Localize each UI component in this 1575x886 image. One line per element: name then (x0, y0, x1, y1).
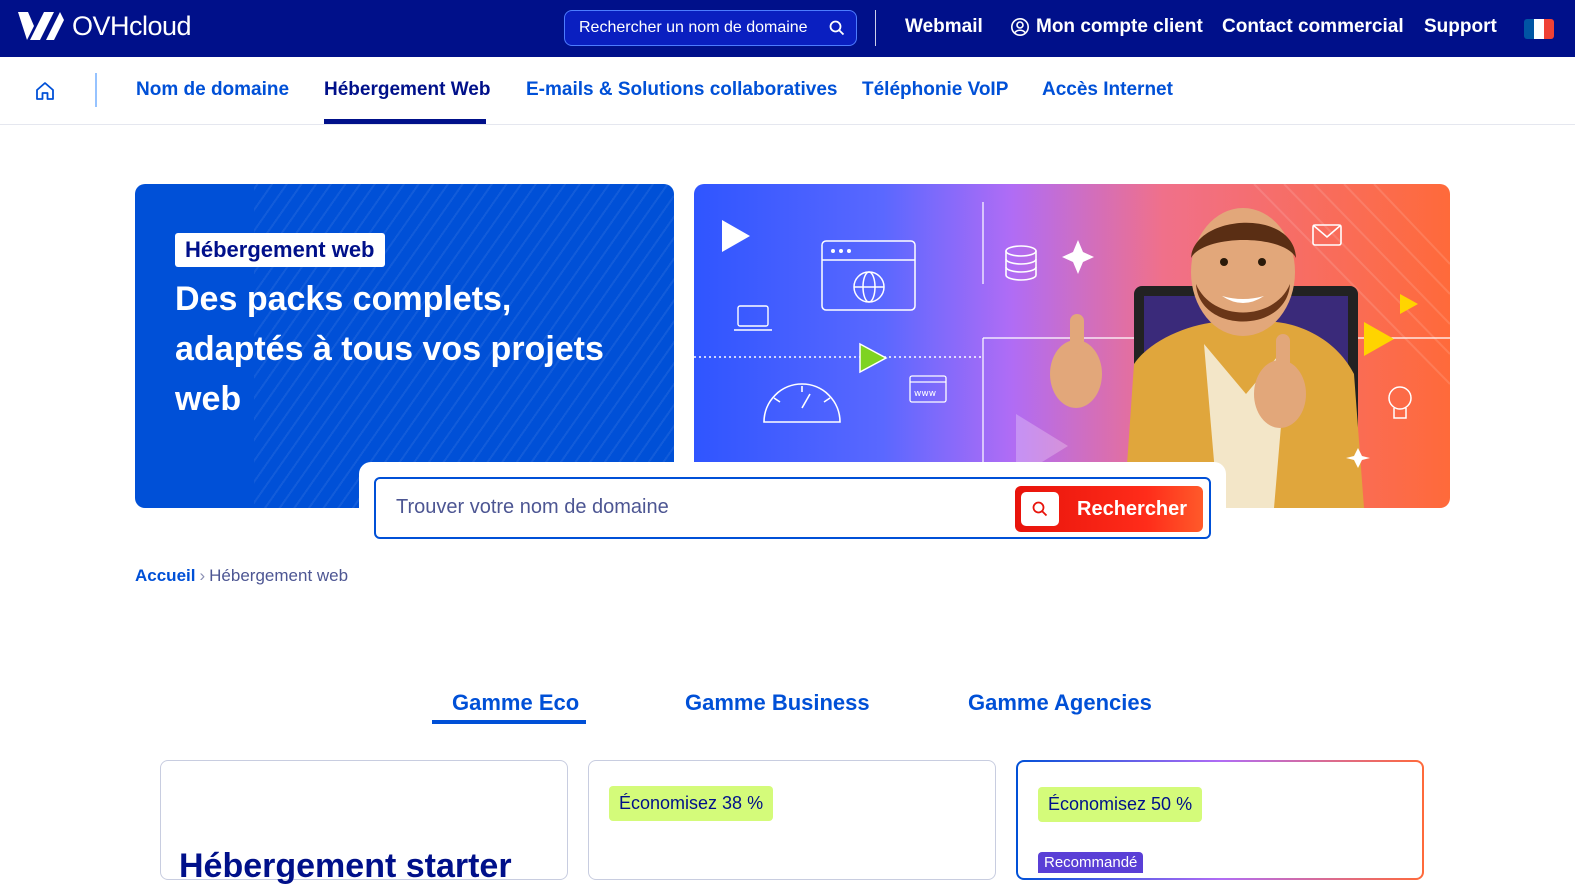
database-icon (1005, 245, 1037, 281)
hero-illustration: www (694, 184, 1450, 508)
hero-title: Des packs complets, adaptés à tous vos p… (175, 280, 604, 418)
tab-gamme-business[interactable]: Gamme Business (685, 690, 870, 716)
ovhcloud-logo[interactable]: OVHcloud (16, 10, 192, 42)
search-icon[interactable] (828, 19, 846, 37)
tab-gamme-eco[interactable]: Gamme Eco (452, 690, 579, 716)
discount-badge: Économisez 50 % (1038, 787, 1203, 822)
tab-gamme-agencies[interactable]: Gamme Agencies (968, 690, 1152, 716)
domain-search-button-label: Rechercher (1077, 497, 1188, 520)
breadcrumb-current: Hébergement web (209, 566, 349, 585)
nav-divider (95, 73, 97, 107)
nav-internet-access[interactable]: Accès Internet (1042, 79, 1173, 101)
user-icon (1011, 18, 1029, 36)
language-flag-icon[interactable] (1524, 19, 1554, 39)
ovhcloud-logo-icon (18, 12, 64, 40)
breadcrumb-home[interactable]: Accueil (135, 566, 195, 585)
browser-icon (821, 240, 916, 311)
lightbulb-icon (1388, 386, 1412, 419)
play-icon (722, 220, 750, 252)
nav-emails-collab[interactable]: E-mails & Solutions collaboratives (526, 79, 837, 101)
plan-card-starter[interactable]: Hébergement starter (160, 760, 568, 885)
speed-gauge-icon (763, 383, 841, 423)
webmail-link[interactable]: Webmail (905, 16, 983, 38)
hero-tag: Hébergement web (175, 233, 385, 267)
plan-card-pro[interactable]: Économisez 50 % Recommandé (1016, 760, 1424, 880)
active-nav-underline (324, 119, 486, 124)
my-account-link[interactable]: Mon compte client (1010, 16, 1203, 38)
svg-text:www: www (914, 389, 936, 399)
green-play-icon (859, 342, 888, 374)
search-placeholder: Rechercher un nom de domaine (579, 19, 808, 36)
brand-name: OVHcloud (72, 10, 192, 41)
search-icon (1032, 501, 1048, 517)
domain-search-field[interactable]: Trouver votre nom de domaine Rechercher (374, 477, 1211, 539)
yellow-play-icon-large (1364, 322, 1394, 356)
plan-card-perso[interactable]: Économisez 38 % (588, 760, 996, 880)
search-icon-box (1021, 492, 1059, 526)
home-icon[interactable] (34, 81, 56, 101)
breadcrumb: Accueil › Hébergement web (135, 566, 348, 586)
domain-search-button[interactable]: Rechercher (1015, 486, 1203, 532)
nav-web-hosting[interactable]: Hébergement Web (324, 79, 490, 101)
hero-illustration-graphic: www (694, 184, 1450, 508)
plan-card-title: Hébergement starter (179, 847, 512, 885)
discount-badge: Économisez 38 % (609, 786, 774, 821)
contact-sales-link[interactable]: Contact commercial (1222, 16, 1404, 38)
breadcrumb-separator-icon: › (199, 566, 206, 585)
active-tab-underline (432, 720, 586, 724)
domain-search-input[interactable]: Rechercher un nom de domaine (564, 10, 857, 46)
recommended-badge: Recommandé (1038, 852, 1144, 873)
hero-banner: Hébergement web Des packs complets, adap… (135, 184, 674, 508)
nav-voip[interactable]: Téléphonie VoIP (862, 79, 1008, 101)
sparkle-icon (1062, 240, 1094, 274)
nav-domain-name[interactable]: Nom de domaine (136, 79, 289, 101)
top-bar: OVHcloud Rechercher un nom de domaine We… (0, 0, 1575, 57)
top-divider (875, 10, 876, 46)
my-account-label: Mon compte client (1036, 16, 1203, 37)
domain-search-placeholder: Trouver votre nom de domaine (396, 496, 669, 518)
product-nav: Nom de domaine Hébergement Web E-mails &… (0, 57, 1575, 125)
laptop-icon (734, 305, 772, 331)
support-link[interactable]: Support (1424, 16, 1497, 38)
